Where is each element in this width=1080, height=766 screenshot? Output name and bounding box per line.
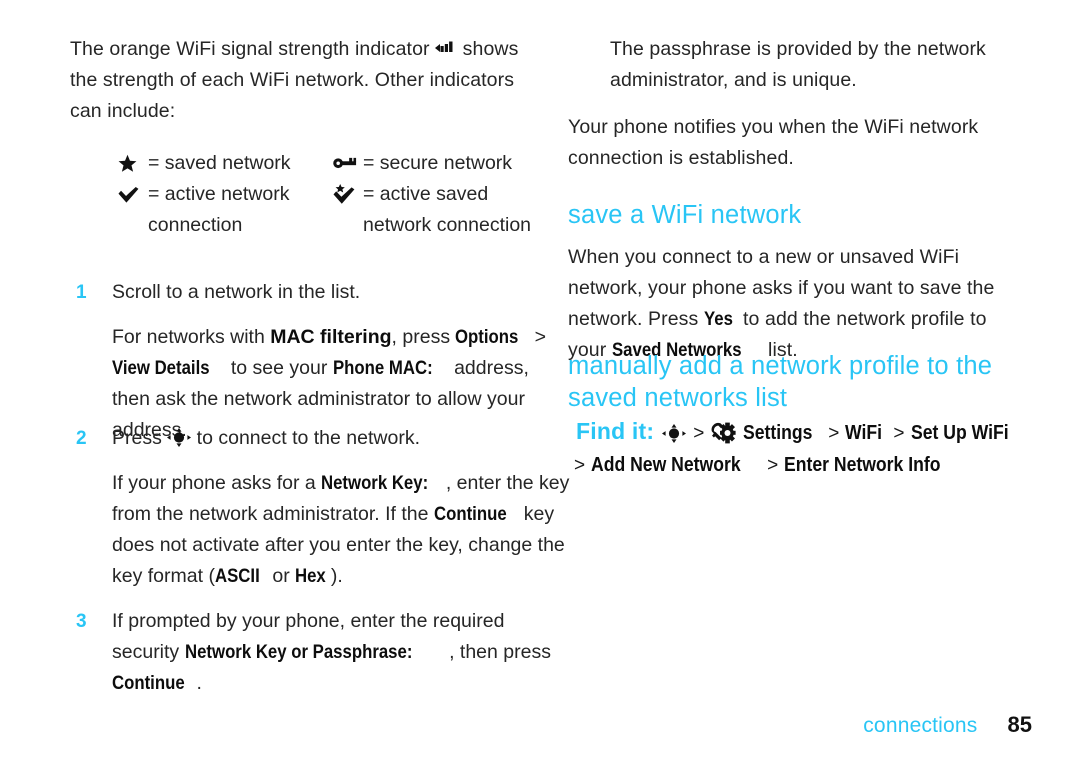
step-3-number: 3 [76,611,87,632]
step-2-detail: If your phone asks for a Network Key:, e… [112,468,572,592]
nav-key-icon [167,428,192,447]
seg-ui-ascii: ASCII [214,565,260,587]
legend-label-active-saved-network: = active saved network connection [363,183,532,236]
legend-label-active-network: = active network connection [148,183,290,236]
find-it-line: Find it: > Settings > WiFi > Set Up WiFi [576,416,1036,449]
manual-page: The orange WiFi signal strength indicato… [0,0,1080,766]
key-icon [333,148,363,179]
seg-ui-network-key: Network Key: [321,472,429,494]
heading-manually-add-network-profile: manually add a network profile to the sa… [568,352,993,412]
path-enter-network-info: Enter Network Info [784,454,941,476]
legend-row: = active network connection = active sav… [118,179,548,241]
page-footer: connections 85 [0,712,1080,738]
step-3: 3 If prompted by your phone, enter the r… [70,606,572,699]
intro-text-part1: The orange WiFi signal strength indicato… [70,38,436,60]
seg-ui-network-key-passphrase: Network Key or Passphrase: [184,641,413,663]
footer-chapter-name: connections [863,714,978,737]
path-settings: Settings [743,422,813,444]
step-2-prefix: Press [112,427,168,449]
find-it-line-continued: > Add New Network > Enter Network Info [574,450,1034,481]
seg: . [196,672,202,694]
path-separator: > [767,455,779,476]
path-separator: > [574,455,586,476]
indicator-legend: = saved network = secure network = activ… [118,148,548,241]
step-2-suffix: to connect to the network. [191,427,420,449]
notify-paragraph: Your phone notifies you when the WiFi ne… [568,116,979,169]
page-number: 85 [1007,712,1032,737]
step-1-number: 1 [76,282,87,303]
wifi-signal-icon [435,40,457,56]
seg-ui-phone-mac: Phone MAC: [332,357,433,379]
path-set-up-wifi: Set Up WiFi [910,422,1009,444]
step-1-text: Scroll to a network in the list. [112,281,361,303]
path-wifi: WiFi [845,422,883,444]
step-2-number: 2 [76,428,87,449]
step-2-text: Press to connect to the network. [112,423,572,454]
legend-item-saved-network: = saved network [118,148,333,179]
legend-label-secure-network: = secure network [363,152,513,174]
step-1: 1 Scroll to a network in the list. For n… [70,277,572,446]
legend-label-saved-network: = saved network [148,152,291,174]
legend-row: = saved network = secure network [118,148,548,179]
save-network-paragraph: When you connect to a new or unsaved WiF… [568,242,1028,366]
seg-bold: MAC filtering [270,326,392,348]
seg-ui-view-details: View Details [112,357,210,379]
passphrase-note: The passphrase is provided by the networ… [610,38,986,91]
heading-save-wifi-network: save a WiFi network [568,201,802,229]
step-3-detail: If prompted by your phone, enter the req… [112,606,572,699]
seg: > [529,326,546,348]
legend-item-secure-network: = secure network [333,148,548,179]
intro-paragraph: The orange WiFi signal strength indicato… [70,34,530,127]
legend-item-active-saved-network: = active saved network connection [333,179,548,241]
checkmark-icon [118,179,148,210]
star-icon [118,148,148,179]
find-it-label: Find it: [576,418,655,444]
path-separator: > [828,423,840,444]
star-checkmark-icon [333,179,363,210]
step-2: 2 Press to connect to the network. If yo… [70,423,572,592]
seg: , then press [449,641,551,663]
seg-ui-continue: Continue [112,672,185,694]
seg: , press [391,326,456,348]
seg-ui-continue: Continue [433,503,507,525]
seg: to see your [225,357,333,379]
seg: or [266,565,296,587]
path-add-new-network: Add New Network [591,454,741,476]
seg-ui-yes: Yes [703,308,733,330]
seg: ). [330,565,343,587]
seg: If your phone asks for a [112,472,322,494]
legend-item-active-network: = active network connection [118,179,333,241]
settings-wrench-gear-icon [711,422,737,444]
seg: For networks with [112,326,271,348]
seg-ui-options: Options [455,326,519,348]
path-separator: > [693,423,705,444]
path-separator: > [893,423,905,444]
seg-ui-hex: Hex [295,565,326,587]
nav-key-icon [662,424,687,443]
